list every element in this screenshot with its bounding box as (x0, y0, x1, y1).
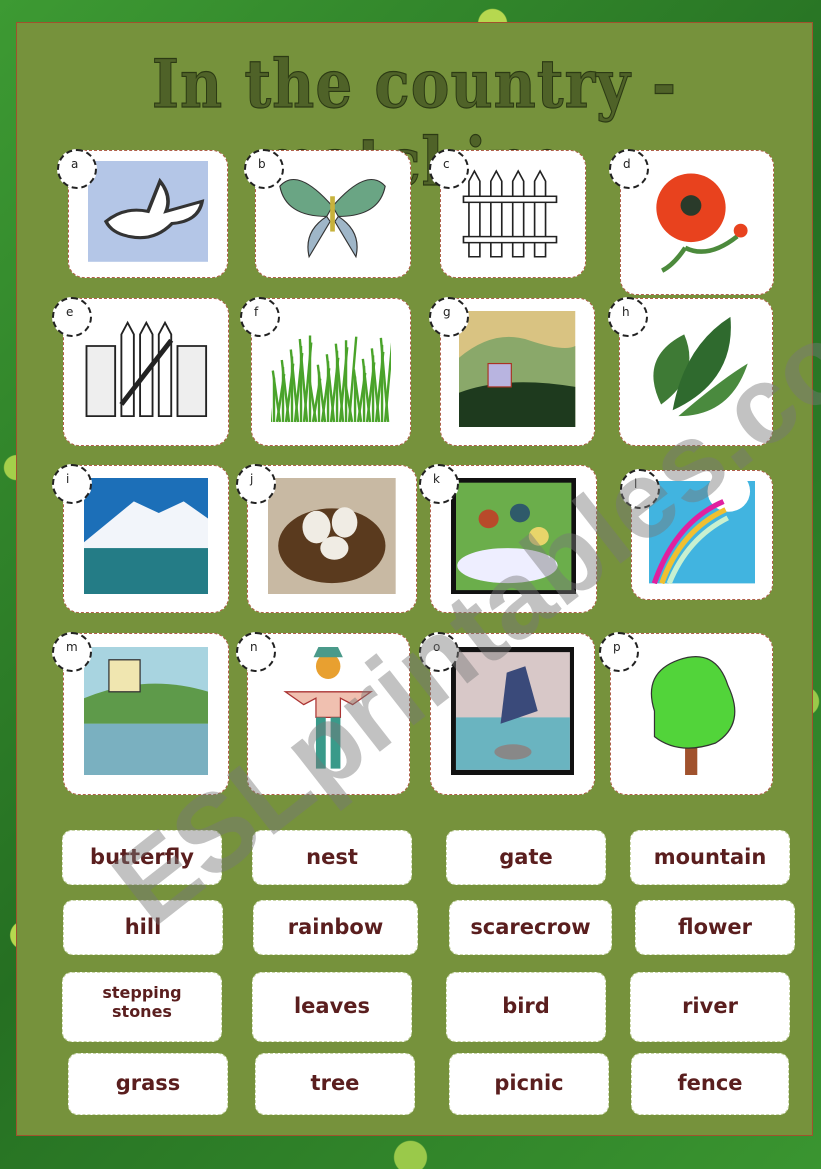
nest-picture (268, 477, 396, 595)
letter-circle[interactable]: d (609, 149, 649, 189)
picture-tile-o: o (419, 632, 595, 795)
picture-tile-h: h (608, 297, 773, 446)
word-card-scarecrow[interactable]: scarecrow (449, 900, 612, 955)
stepping-stones-picture (450, 646, 575, 775)
bird-picture (87, 161, 209, 262)
word-card-river[interactable]: river (630, 972, 790, 1042)
river-picture (83, 646, 209, 775)
letter-circle[interactable]: m (52, 632, 92, 672)
letter-circle[interactable]: e (52, 297, 92, 337)
letter-circle[interactable]: h (608, 297, 648, 337)
leaves-picture (638, 311, 754, 428)
picture-tile-d: d (609, 149, 774, 295)
rainbow-picture (648, 481, 756, 584)
letter-circle[interactable]: o (419, 632, 459, 672)
word-card-tree[interactable]: tree (255, 1053, 415, 1115)
picture-tile-e: e (52, 297, 229, 446)
picture-tile-k: k (419, 464, 597, 613)
picture-tile-n: n (236, 632, 410, 795)
letter-circle[interactable]: f (240, 297, 280, 337)
word-card-grass[interactable]: grass (68, 1053, 228, 1115)
hill-picture (459, 310, 576, 428)
letter-circle[interactable]: b (244, 149, 284, 189)
scarecrow-picture (267, 646, 389, 775)
picture-tile-j: j (236, 464, 417, 613)
tree-picture (630, 647, 752, 775)
letter-circle[interactable]: c (429, 149, 469, 189)
butterfly-picture (274, 161, 391, 262)
letter-circle[interactable]: k (419, 464, 459, 504)
word-card-mountain[interactable]: mountain (630, 830, 790, 885)
word-card-bird[interactable]: bird (446, 972, 606, 1042)
picture-tile-f: f (240, 297, 411, 446)
letter-circle[interactable]: p (599, 632, 639, 672)
word-card-picnic[interactable]: picnic (449, 1053, 609, 1115)
letter-circle[interactable]: l (620, 469, 660, 509)
word-card-rainbow[interactable]: rainbow (253, 900, 418, 955)
letter-circle[interactable]: g (429, 297, 469, 337)
picture-tile-a: a (57, 149, 228, 278)
word-card-hill[interactable]: hill (63, 900, 223, 955)
picture-tile-i: i (52, 464, 229, 613)
picture-tile-l: l (620, 469, 773, 600)
picture-tile-m: m (52, 632, 229, 795)
grass-picture (270, 311, 392, 428)
word-card-stepping-stones[interactable]: stepping stones (62, 972, 222, 1042)
picnic-picture (450, 477, 577, 595)
word-card-flower[interactable]: flower (635, 900, 795, 955)
picture-tile-b: b (244, 149, 411, 278)
gate-picture (83, 310, 209, 428)
letter-circle[interactable]: a (57, 149, 97, 189)
word-card-butterfly[interactable]: butterfly (62, 830, 222, 885)
letter-circle[interactable]: j (236, 464, 276, 504)
letter-circle[interactable]: i (52, 464, 92, 504)
word-card-gate[interactable]: gate (446, 830, 606, 885)
word-card-fence[interactable]: fence (631, 1053, 789, 1115)
flower-picture (639, 162, 755, 276)
picture-tile-c: c (429, 149, 586, 278)
letter-circle[interactable]: n (236, 632, 276, 672)
fence-picture (458, 161, 567, 262)
picture-tile-g: g (429, 297, 595, 446)
word-card-nest[interactable]: nest (252, 830, 412, 885)
word-card-leaves[interactable]: leaves (252, 972, 412, 1042)
mountain-picture (83, 477, 209, 595)
picture-tile-p: p (599, 632, 773, 795)
